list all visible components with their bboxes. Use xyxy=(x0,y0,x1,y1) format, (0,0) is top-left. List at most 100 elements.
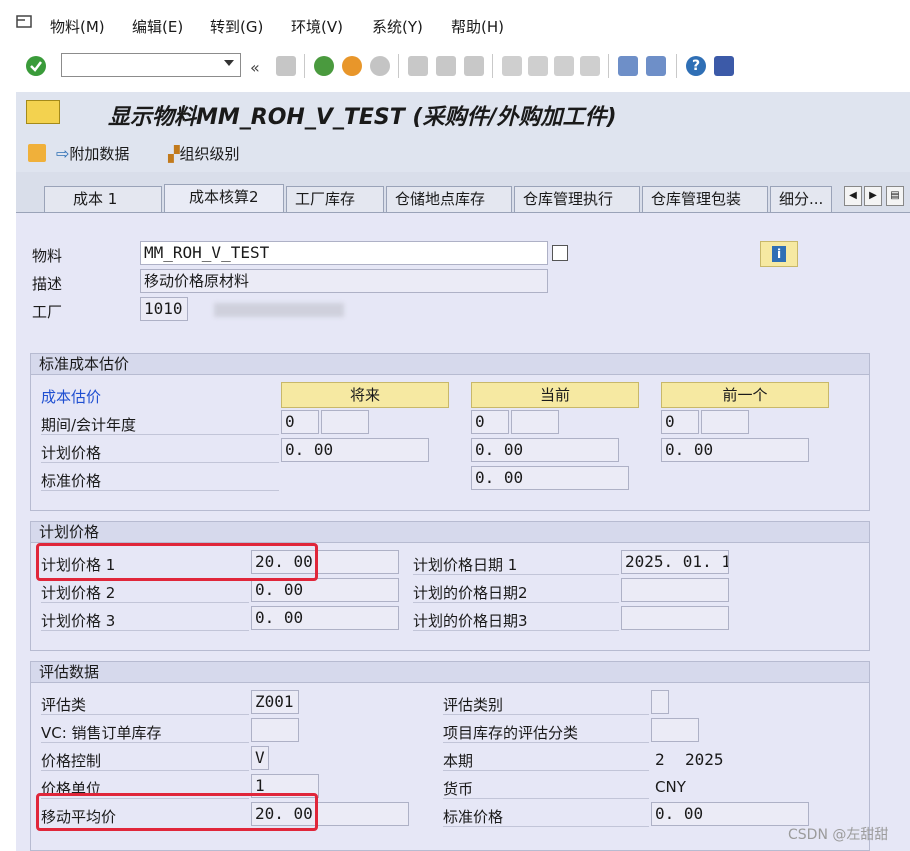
arrow-right-icon: ⇨ xyxy=(56,144,70,163)
current-button[interactable]: 当前 xyxy=(471,382,639,408)
group-title: 评估数据 xyxy=(31,662,869,683)
additional-data-button[interactable]: ⇨附加数据 xyxy=(56,143,129,164)
create-session-icon[interactable] xyxy=(618,56,638,76)
label-underline xyxy=(443,714,649,715)
application-toolbar: ⇨附加数据 ▞组织级别 xyxy=(16,132,910,173)
watermark: CSDN @左甜甜 xyxy=(788,827,889,843)
tab-plant-stock[interactable]: 工厂库存 xyxy=(286,186,384,212)
info-button[interactable]: i xyxy=(760,241,798,267)
tab-content: 物料 MM_ROH_V_TEST 描述 移动价格原材料 工厂 1010 i 标准… xyxy=(16,212,910,851)
tab-list-icon[interactable]: ▤ xyxy=(886,186,904,206)
tab-more[interactable]: 细分... xyxy=(770,186,832,212)
tab-storage-location-stock[interactable]: 仓储地点库存 xyxy=(386,186,512,212)
label-underline xyxy=(413,630,619,631)
material-field[interactable]: MM_ROH_V_TEST xyxy=(140,241,548,265)
planned-date-1-field: 2025. 01. 14 xyxy=(621,550,729,574)
plant-name-blurred xyxy=(214,303,344,317)
menu-system[interactable]: 系统(Y) xyxy=(372,16,423,37)
back-icon[interactable] xyxy=(314,56,334,76)
menu-edit[interactable]: 编辑(E) xyxy=(132,16,183,37)
description-label: 描述 xyxy=(32,275,63,293)
label-underline xyxy=(41,770,249,771)
cancel-icon[interactable] xyxy=(370,56,390,76)
copy-icon[interactable] xyxy=(552,245,568,261)
find-icon[interactable] xyxy=(436,56,456,76)
plant-label: 工厂 xyxy=(32,303,63,321)
menu-bar: 物料(M) 编辑(E) 转到(G) 环境(V) 系统(Y) 帮助(H) xyxy=(0,0,910,46)
future-period-field: 0 xyxy=(281,410,319,434)
tab-scroll-right-icon[interactable]: ▶ xyxy=(864,186,882,206)
collapse-icon[interactable]: « xyxy=(250,58,260,77)
tab-label: 成本核算2 xyxy=(189,188,259,206)
description-field: 移动价格原材料 xyxy=(140,269,548,293)
menu-goto[interactable]: 转到(G) xyxy=(210,16,263,37)
previous-planned-field: 0. 00 xyxy=(661,438,809,462)
tab-warehouse-execution[interactable]: 仓库管理执行 xyxy=(514,186,640,212)
save-icon[interactable] xyxy=(276,56,296,76)
other-view-icon[interactable] xyxy=(28,144,46,162)
prev-page-icon[interactable] xyxy=(528,56,548,76)
previous-period-field: 0 xyxy=(661,410,699,434)
enter-check-icon[interactable] xyxy=(26,56,46,76)
valuation-category-field xyxy=(651,690,669,714)
help-icon[interactable]: ? xyxy=(686,56,706,76)
tab-costing-1[interactable]: 成本 1 xyxy=(44,186,162,212)
valuation-class-label: 评估类 xyxy=(41,696,87,714)
system-menu-icon[interactable] xyxy=(16,14,32,30)
find-next-icon[interactable] xyxy=(464,56,484,76)
tab-warehouse-packaging[interactable]: 仓库管理包装 xyxy=(642,186,768,212)
standard-price-label: 标准价格 xyxy=(41,472,102,490)
planned-price-2-field: 0. 00 xyxy=(251,578,399,602)
toolbar-separator xyxy=(676,54,677,78)
tab-scroll-left-icon[interactable]: ◀ xyxy=(844,186,862,206)
label-underline xyxy=(443,826,649,827)
label-underline xyxy=(41,490,279,491)
label-underline xyxy=(41,742,249,743)
label-underline xyxy=(413,602,619,603)
previous-button[interactable]: 前一个 xyxy=(661,382,829,408)
label-underline xyxy=(41,630,249,631)
dropdown-arrow-icon[interactable] xyxy=(224,60,234,66)
highlight-planned-price-1 xyxy=(36,543,318,581)
valuation-class-field: Z001 xyxy=(251,690,299,714)
tab-label: 细分... xyxy=(779,190,824,208)
print-icon[interactable] xyxy=(408,56,428,76)
cost-estimate-label: 成本估价 xyxy=(41,388,102,406)
tab-label: 工厂库存 xyxy=(295,190,356,208)
currency-label: 货币 xyxy=(443,780,474,798)
first-page-icon[interactable] xyxy=(502,56,522,76)
layout-menu-icon[interactable] xyxy=(714,56,734,76)
menu-help[interactable]: 帮助(H) xyxy=(451,16,504,37)
screen-menu-icon[interactable] xyxy=(26,100,60,124)
tab-costing-2[interactable]: 成本核算2 xyxy=(164,184,284,212)
plant-field: 1010 xyxy=(140,297,188,321)
planned-price-label: 计划价格 xyxy=(41,444,102,462)
tab-label: 成本 1 xyxy=(73,190,118,208)
current-year-field xyxy=(511,410,559,434)
planned-date-2-field xyxy=(621,578,729,602)
future-year-field xyxy=(321,410,369,434)
planned-date-1-label: 计划价格日期 1 xyxy=(413,556,518,574)
previous-year-field xyxy=(701,410,749,434)
info-icon: i xyxy=(772,246,786,262)
standard-price-label: 标准价格 xyxy=(443,808,504,826)
next-page-icon[interactable] xyxy=(554,56,574,76)
shortcut-icon[interactable] xyxy=(646,56,666,76)
period-label: 期间/会计年度 xyxy=(41,416,137,434)
planned-date-3-field xyxy=(621,606,729,630)
menu-material[interactable]: 物料(M) xyxy=(50,16,105,37)
exit-icon[interactable] xyxy=(342,56,362,76)
command-field[interactable] xyxy=(61,53,241,77)
tab-label: 仓库管理包装 xyxy=(651,190,742,208)
project-stock-valuation-field xyxy=(651,718,699,742)
tab-label: 仓库管理执行 xyxy=(523,190,614,208)
label-underline xyxy=(443,770,649,771)
label-underline xyxy=(41,434,279,435)
standard-toolbar: « ? xyxy=(0,46,910,86)
last-page-icon[interactable] xyxy=(580,56,600,76)
menu-environment[interactable]: 环境(V) xyxy=(291,16,343,37)
org-levels-button[interactable]: ▞组织级别 xyxy=(168,143,240,164)
current-period-label: 本期 xyxy=(443,752,474,770)
future-button[interactable]: 将来 xyxy=(281,382,449,408)
price-control-field: V xyxy=(251,746,269,770)
